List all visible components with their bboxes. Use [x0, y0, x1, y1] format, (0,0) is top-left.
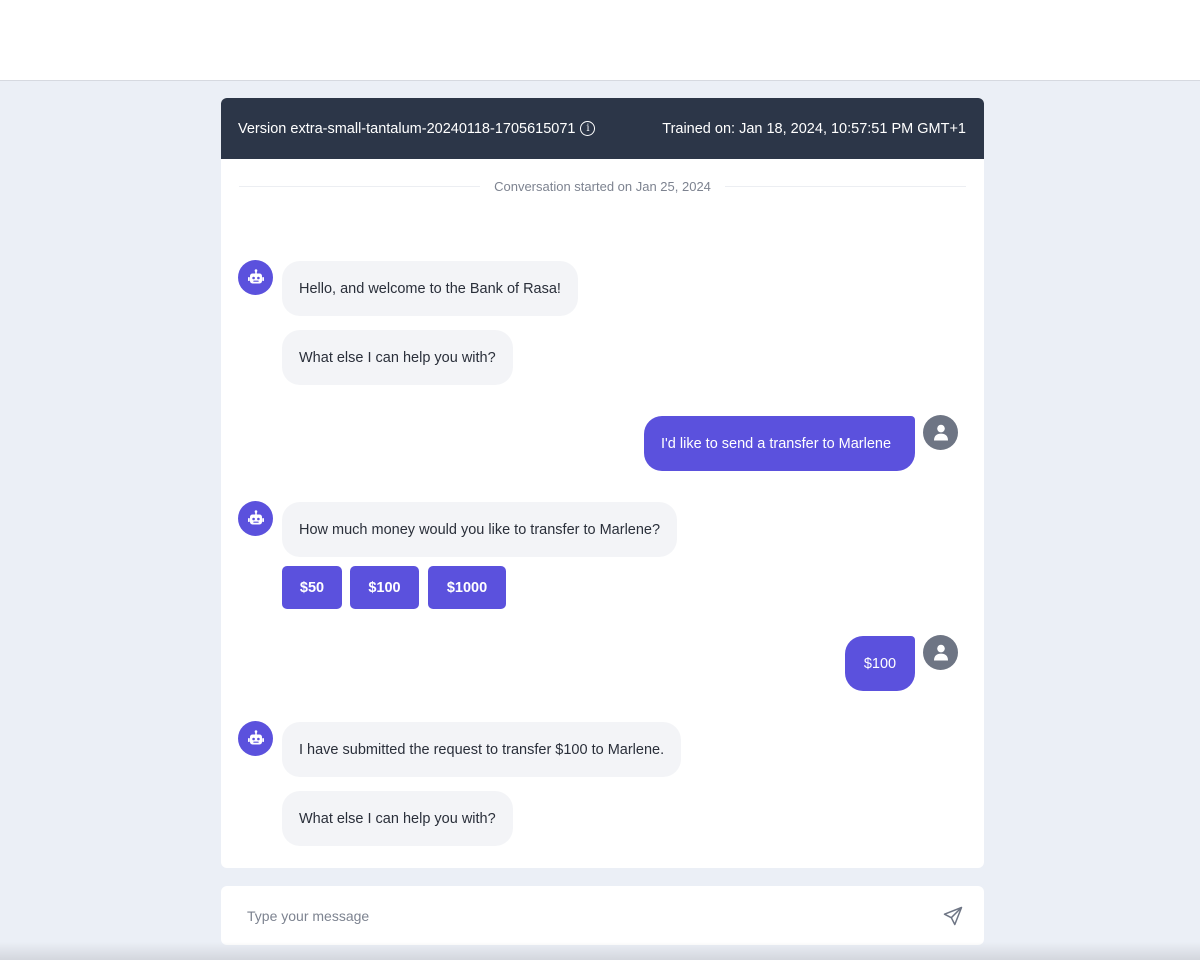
- user-avatar: [923, 415, 958, 450]
- send-icon: [943, 906, 963, 925]
- user-message: $100: [845, 636, 915, 691]
- message-input[interactable]: [247, 907, 942, 924]
- trained-label: Trained on: Jan 18, 2024, 10:57:51 PM GM…: [662, 120, 966, 137]
- user-icon: [933, 424, 948, 441]
- bot-avatar: [238, 501, 273, 536]
- conversation-divider: Conversation started on Jan 25, 2024: [239, 178, 966, 194]
- info-icon[interactable]: i: [580, 121, 596, 136]
- quick-reply-50-button[interactable]: $50: [282, 566, 342, 609]
- conversation-started-label: Conversation started on Jan 25, 2024: [494, 178, 711, 194]
- bot-avatar: [238, 721, 273, 756]
- bot-avatar: [238, 260, 273, 295]
- version-info: Version extra-small-tantalum-20240118-17…: [238, 120, 596, 137]
- robot-icon: [247, 509, 264, 524]
- bot-message: Hello, and welcome to the Bank of Rasa!: [282, 261, 578, 316]
- bot-message: I have submitted the request to transfer…: [282, 722, 682, 777]
- model-header: Version extra-small-tantalum-20240118-17…: [221, 98, 984, 159]
- user-message: I'd like to send a transfer to Marlene: [644, 416, 915, 471]
- message-composer: [221, 886, 984, 945]
- quick-reply-1000-button[interactable]: $1000: [428, 566, 506, 609]
- version-label: Version extra-small-tantalum-20240118-17…: [238, 120, 576, 137]
- quick-reply-100-button[interactable]: $100: [350, 566, 419, 609]
- robot-icon: [247, 268, 264, 283]
- bottom-shadow: [0, 942, 1200, 960]
- robot-icon: [247, 729, 264, 744]
- user-icon: [933, 644, 948, 661]
- divider-line-right: [724, 185, 966, 187]
- send-button[interactable]: [942, 905, 964, 927]
- bot-message: What else I can help you with?: [282, 330, 513, 385]
- bot-message: What else I can help you with?: [282, 791, 513, 846]
- top-bar: [0, 0, 1200, 81]
- user-avatar: [923, 635, 958, 670]
- bot-message: How much money would you like to transfe…: [282, 502, 678, 557]
- divider-line-left: [239, 185, 481, 187]
